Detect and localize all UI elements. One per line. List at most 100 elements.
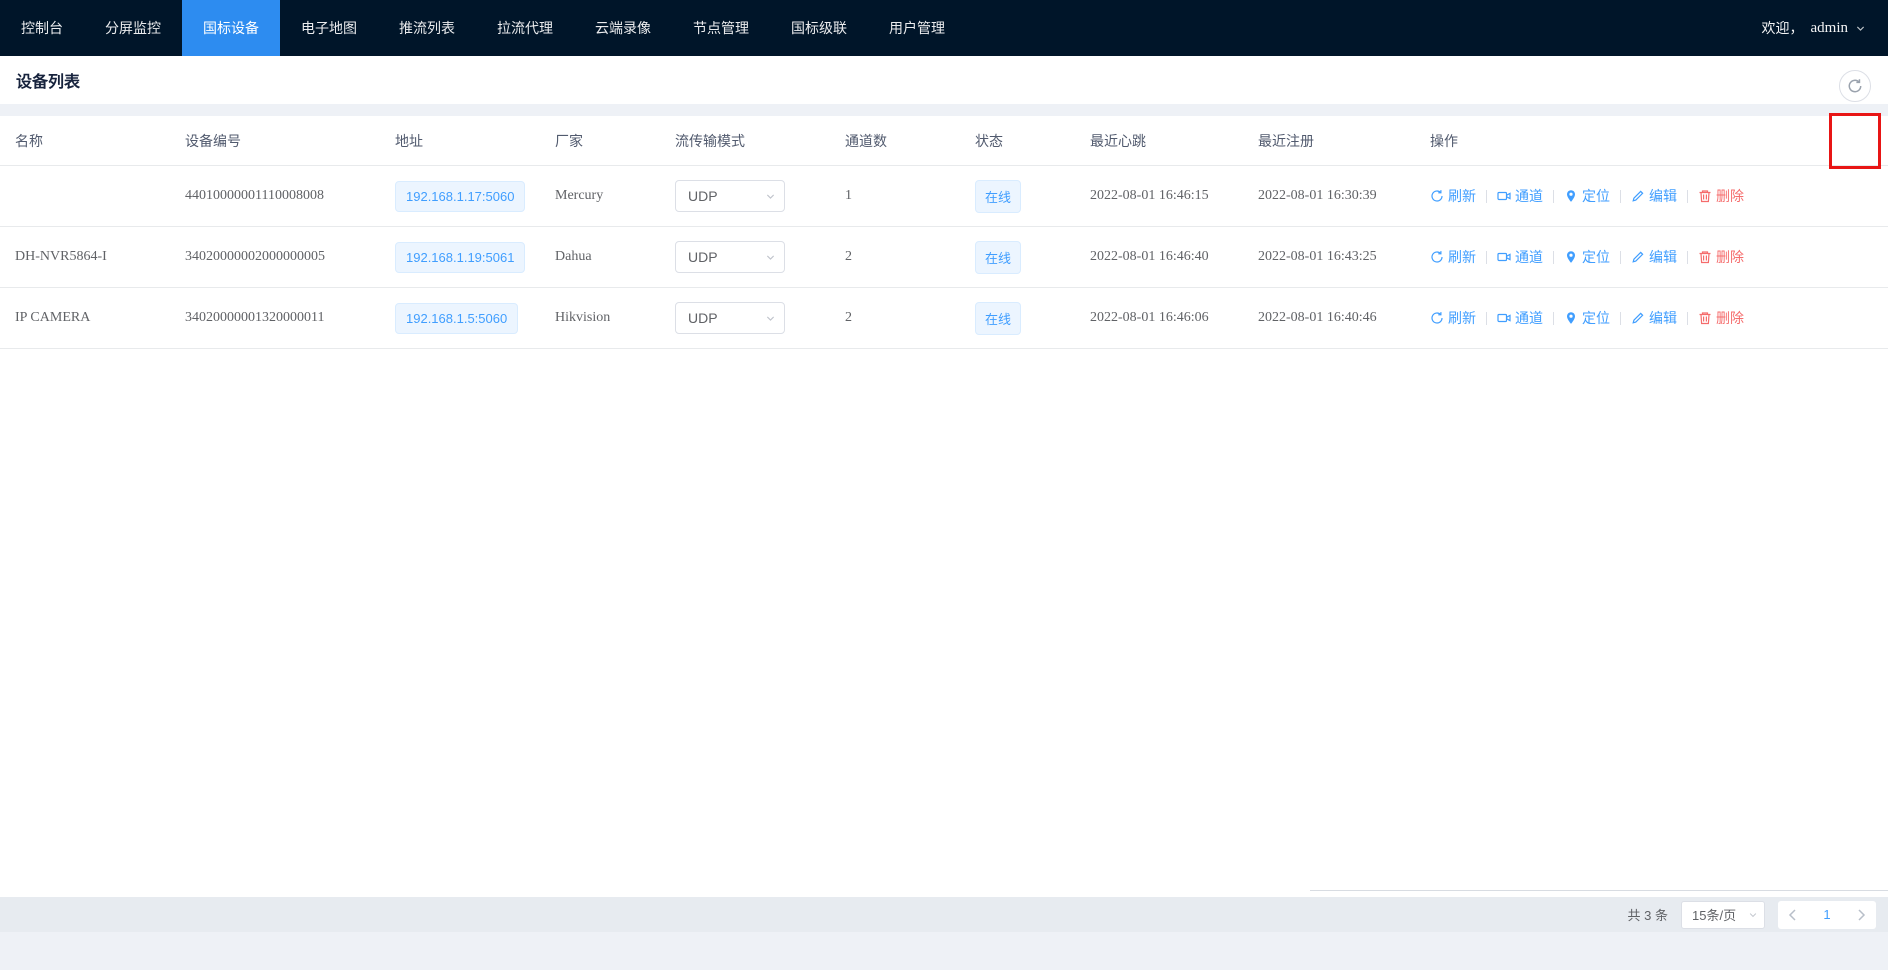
device-code: 34020000002000000005	[185, 249, 395, 265]
channel-count: 2	[845, 310, 975, 326]
stream-mode-value: UDP	[688, 188, 718, 204]
device-address-tag[interactable]: 192.168.1.17:5060	[395, 181, 525, 212]
nav-tabs: 控制台分屏监控国标设备电子地图推流列表拉流代理云端录像节点管理国标级联用户管理	[0, 0, 966, 56]
video-camera-icon	[1497, 189, 1511, 203]
chevron-down-icon	[765, 313, 776, 324]
column-header: 通道数	[845, 131, 975, 151]
nav-tab-1[interactable]: 控制台	[0, 0, 84, 56]
chevron-down-icon	[1748, 910, 1758, 920]
table-header-row: 名称设备编号地址厂家流传输模式通道数状态最近心跳最近注册操作	[0, 116, 1888, 166]
channels-action[interactable]: 通道	[1497, 186, 1543, 206]
separator	[1620, 190, 1621, 203]
next-page-button[interactable]	[1856, 909, 1866, 921]
page-size-value: 15条/页	[1692, 905, 1736, 924]
channels-action[interactable]: 通道	[1497, 308, 1543, 328]
nav-tab-3[interactable]: 国标设备	[182, 0, 280, 56]
chevron-down-icon	[765, 191, 776, 202]
refresh-action[interactable]: 刷新	[1430, 308, 1476, 328]
nav-tab-5[interactable]: 推流列表	[378, 0, 476, 56]
stream-mode-select[interactable]: UDP	[675, 302, 785, 334]
nav-tab-10[interactable]: 用户管理	[868, 0, 966, 56]
page-title: 设备列表	[16, 68, 80, 92]
edit-pencil-icon	[1631, 189, 1645, 203]
locate-action[interactable]: 定位	[1564, 186, 1610, 206]
channels-action[interactable]: 通道	[1497, 247, 1543, 267]
delete-action[interactable]: 删除	[1698, 308, 1744, 328]
chevron-left-icon	[1788, 909, 1798, 921]
username: admin	[1811, 20, 1849, 37]
refresh-icon	[1430, 250, 1444, 264]
table-row: IP CAMERA 34020000001320000011 192.168.1…	[0, 288, 1888, 349]
device-address-tag[interactable]: 192.168.1.19:5061	[395, 242, 525, 273]
table-body: 44010000001110008008 192.168.1.17:5060 M…	[0, 166, 1888, 349]
delete-action[interactable]: 删除	[1698, 186, 1744, 206]
separator	[1553, 251, 1554, 264]
table-row: 44010000001110008008 192.168.1.17:5060 M…	[0, 166, 1888, 227]
last-register: 2022-08-01 16:40:46	[1258, 310, 1430, 326]
last-register: 2022-08-01 16:43:25	[1258, 249, 1430, 265]
page-size-select[interactable]: 15条/页	[1681, 901, 1765, 929]
user-menu[interactable]: 欢迎， admin	[1762, 0, 1888, 56]
refresh-action-label: 刷新	[1448, 186, 1476, 206]
trash-icon	[1698, 311, 1712, 325]
edit-pencil-icon	[1631, 311, 1645, 325]
refresh-list-button[interactable]	[1839, 70, 1871, 102]
status-badge: 在线	[975, 302, 1021, 335]
channels-action-label: 通道	[1515, 308, 1543, 328]
channels-action-label: 通道	[1515, 186, 1543, 206]
app-window: 控制台分屏监控国标设备电子地图推流列表拉流代理云端录像节点管理国标级联用户管理 …	[0, 0, 1888, 970]
refresh-action[interactable]: 刷新	[1430, 247, 1476, 267]
refresh-action[interactable]: 刷新	[1430, 186, 1476, 206]
nav-tab-9[interactable]: 国标级联	[770, 0, 868, 56]
stream-mode-select[interactable]: UDP	[675, 180, 785, 212]
refresh-action-label: 刷新	[1448, 247, 1476, 267]
page-header: 设备列表	[0, 56, 1888, 104]
edit-action[interactable]: 编辑	[1631, 186, 1677, 206]
stream-mode-cell: UDP	[675, 302, 845, 334]
actions-cell: 刷新 通道 定位 编辑 删除	[1430, 308, 1888, 328]
column-header: 操作	[1430, 131, 1888, 151]
last-heartbeat: 2022-08-01 16:46:15	[1090, 188, 1258, 204]
locate-action[interactable]: 定位	[1564, 308, 1610, 328]
column-header: 流传输模式	[675, 131, 845, 151]
edit-action-label: 编辑	[1649, 247, 1677, 267]
stream-mode-select[interactable]: UDP	[675, 241, 785, 273]
device-code: 44010000001110008008	[185, 188, 395, 204]
device-table: 名称设备编号地址厂家流传输模式通道数状态最近心跳最近注册操作 440100000…	[0, 116, 1888, 897]
edit-action[interactable]: 编辑	[1631, 308, 1677, 328]
refresh-icon	[1430, 311, 1444, 325]
prev-page-button[interactable]	[1788, 909, 1798, 921]
top-nav: 控制台分屏监控国标设备电子地图推流列表拉流代理云端录像节点管理国标级联用户管理 …	[0, 0, 1888, 56]
trash-icon	[1698, 189, 1712, 203]
locate-action[interactable]: 定位	[1564, 247, 1610, 267]
actions-cell: 刷新 通道 定位 编辑 删除	[1430, 186, 1888, 206]
delete-action[interactable]: 删除	[1698, 247, 1744, 267]
stream-mode-value: UDP	[688, 249, 718, 265]
last-heartbeat: 2022-08-01 16:46:40	[1090, 249, 1258, 265]
welcome-label: 欢迎，	[1762, 18, 1804, 38]
separator	[1553, 312, 1554, 325]
column-header: 厂家	[555, 131, 675, 151]
nav-tab-4[interactable]: 电子地图	[280, 0, 378, 56]
edit-action[interactable]: 编辑	[1631, 247, 1677, 267]
chevron-down-icon	[765, 252, 776, 263]
device-address-cell: 192.168.1.17:5060	[395, 181, 555, 212]
separator	[1620, 251, 1621, 264]
nav-tab-2[interactable]: 分屏监控	[84, 0, 182, 56]
status-badge: 在线	[975, 180, 1021, 213]
stream-mode-cell: UDP	[675, 241, 845, 273]
locate-action-label: 定位	[1582, 247, 1610, 267]
nav-tab-8[interactable]: 节点管理	[672, 0, 770, 56]
device-code: 34020000001320000011	[185, 310, 395, 326]
locate-action-label: 定位	[1582, 308, 1610, 328]
separator	[1486, 312, 1487, 325]
current-page[interactable]: 1	[1823, 907, 1830, 922]
nav-tab-7[interactable]: 云端录像	[574, 0, 672, 56]
chevron-right-icon	[1856, 909, 1866, 921]
refresh-icon	[1847, 78, 1863, 94]
device-address-tag[interactable]: 192.168.1.5:5060	[395, 303, 518, 334]
location-pin-icon	[1564, 189, 1578, 203]
section-divider	[0, 104, 1888, 116]
nav-tab-6[interactable]: 拉流代理	[476, 0, 574, 56]
location-pin-icon	[1564, 311, 1578, 325]
